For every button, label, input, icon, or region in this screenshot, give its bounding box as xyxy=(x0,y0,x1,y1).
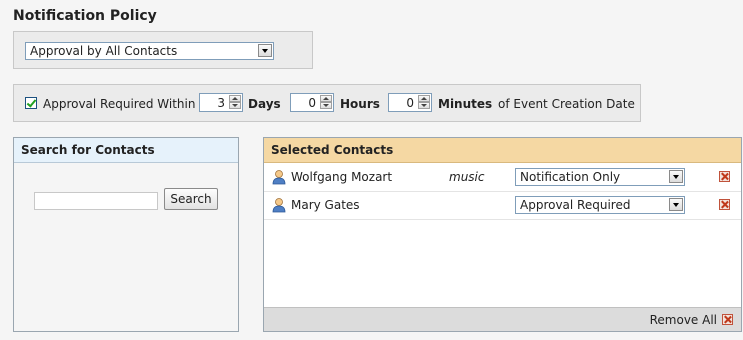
hours-down-arrow-icon[interactable] xyxy=(320,102,332,109)
approval-panel: Approval Required Within 3 Days 0 Hours … xyxy=(13,84,641,122)
remove-all-link[interactable]: Remove All xyxy=(650,313,717,327)
contact-role-select[interactable]: Approval Required xyxy=(515,196,685,214)
chevron-down-icon[interactable] xyxy=(669,170,683,183)
chevron-down-icon[interactable] xyxy=(258,44,272,57)
contact-name: Wolfgang Mozart xyxy=(291,170,393,184)
hours-spinner[interactable]: 0 xyxy=(290,93,334,112)
approval-required-label: Approval Required Within xyxy=(43,97,196,111)
search-panel-header: Search for Contacts xyxy=(14,138,238,163)
page-title: Notification Policy xyxy=(13,8,157,24)
contact-role-value: Notification Only xyxy=(520,170,621,184)
search-input[interactable] xyxy=(34,192,158,210)
minutes-down-arrow-icon[interactable] xyxy=(418,102,430,109)
selected-contacts-panel: Selected Contacts Wolfgang Mozart music … xyxy=(263,137,742,332)
policy-select[interactable]: Approval by All Contacts xyxy=(25,42,274,60)
contact-name: Mary Gates xyxy=(291,198,360,212)
contact-role-select[interactable]: Notification Only xyxy=(515,168,685,186)
person-icon xyxy=(272,198,286,213)
minutes-spinner[interactable]: 0 xyxy=(388,93,432,112)
selected-panel-header: Selected Contacts xyxy=(264,138,741,163)
hours-value: 0 xyxy=(308,96,316,110)
selected-panel-footer: Remove All xyxy=(264,307,741,331)
hours-up-arrow-icon[interactable] xyxy=(320,95,332,102)
days-up-arrow-icon[interactable] xyxy=(229,95,241,102)
days-unit-label: Days xyxy=(248,97,281,111)
person-icon xyxy=(272,170,286,185)
approval-suffix-label: of Event Creation Date xyxy=(498,97,635,111)
contact-role-value: Approval Required xyxy=(520,198,631,212)
contact-row: Mary Gates Approval Required xyxy=(264,191,741,220)
search-button[interactable]: Search xyxy=(164,188,218,210)
remove-all-icon[interactable] xyxy=(722,314,733,325)
hours-unit-label: Hours xyxy=(340,97,380,111)
days-spinner[interactable]: 3 xyxy=(199,93,243,112)
remove-contact-icon[interactable] xyxy=(719,199,730,210)
remove-contact-icon[interactable] xyxy=(719,171,730,182)
minutes-unit-label: Minutes xyxy=(438,97,493,111)
contact-row: Wolfgang Mozart music Notification Only xyxy=(264,163,741,192)
days-value: 3 xyxy=(217,96,225,110)
days-down-arrow-icon[interactable] xyxy=(229,102,241,109)
minutes-value: 0 xyxy=(406,96,414,110)
minutes-up-arrow-icon[interactable] xyxy=(418,95,430,102)
contact-tag: music xyxy=(449,170,485,184)
policy-select-value: Approval by All Contacts xyxy=(30,44,178,58)
search-contacts-panel: Search for Contacts Search xyxy=(13,137,239,332)
approval-required-checkbox[interactable] xyxy=(25,97,37,109)
policy-panel: Approval by All Contacts xyxy=(13,31,313,69)
chevron-down-icon[interactable] xyxy=(669,198,683,211)
